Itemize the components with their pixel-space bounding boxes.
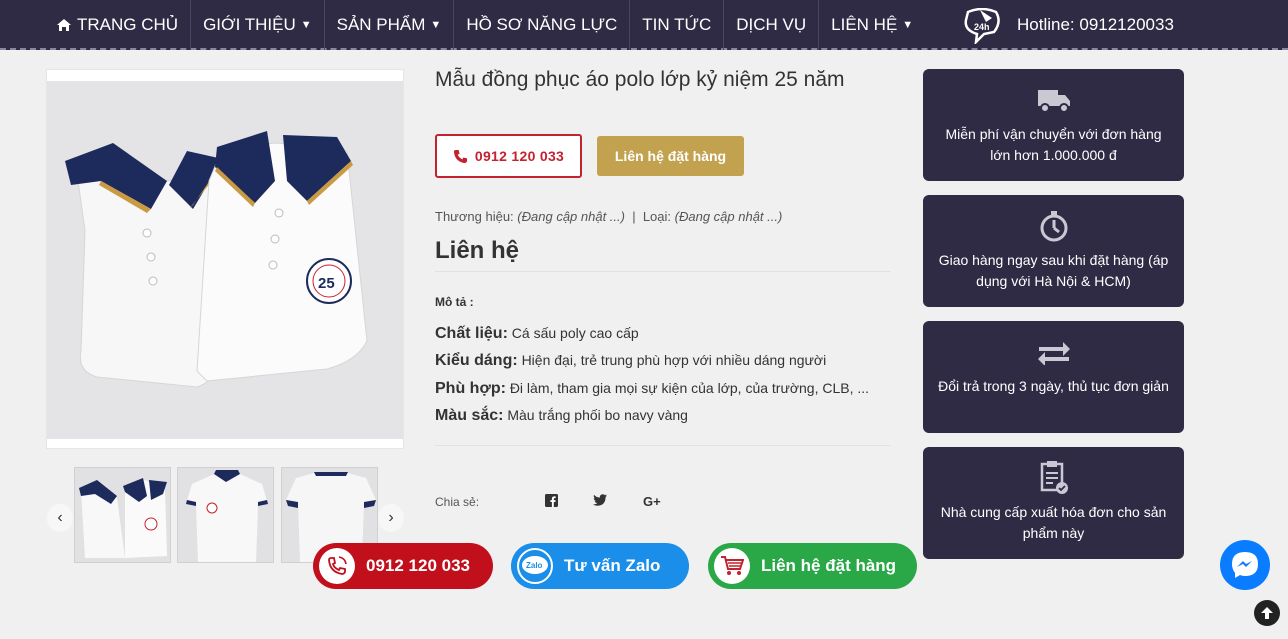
product-title: Mẫu đồng phục áo polo lớp kỷ niệm 25 năm: [435, 68, 845, 91]
thumbnail-1[interactable]: [74, 467, 171, 563]
facebook-share-icon[interactable]: [545, 494, 558, 510]
brand-value: (Đang cập nhật ...): [517, 209, 625, 224]
phone-ring-icon: [319, 548, 355, 584]
spec-suitable: Phù hợp: Đi làm, tham gia mọi sự kiện củ…: [435, 380, 869, 398]
nav-item-products[interactable]: SẢN PHẨM ▼: [325, 0, 455, 50]
description-label: Mô tả :: [435, 295, 474, 309]
stopwatch-icon: [923, 209, 1184, 243]
spec-value: Hiện đại, trẻ trung phù hợp với nhiều dá…: [521, 352, 827, 368]
spec-value: Đi làm, tham gia mọi sự kiện của lớp, củ…: [509, 380, 870, 396]
hotline-text[interactable]: Hotline: 0912120033: [1017, 0, 1174, 50]
spec-value: Màu trắng phối bo navy vàng: [507, 407, 688, 423]
nav-item-about[interactable]: GIỚI THIỆU ▼: [191, 0, 325, 50]
service-text: Đổi trả trong 3 ngày, thủ tục đơn giản: [938, 378, 1169, 394]
type-value: (Đang cập nhật ...): [674, 209, 783, 224]
floating-order-label: Liên hệ đặt hàng: [761, 556, 897, 575]
service-text: Miễn phí vận chuyển với đơn hàng lớn hơn…: [945, 126, 1162, 163]
service-text: Giao hàng ngay sau khi đặt hàng (áp dụng…: [938, 252, 1169, 289]
caret-down-icon: ▼: [902, 19, 914, 31]
floating-zalo-label: Tư vấn Zalo: [564, 556, 661, 575]
nav-item-home[interactable]: TRANG CHỦ: [44, 0, 192, 50]
messenger-chat-button[interactable]: [1220, 540, 1270, 590]
nav-item-label: LIÊN HỆ: [831, 15, 898, 34]
product-main-image[interactable]: 25: [46, 69, 404, 449]
phone-button-label: 0912 120 033: [474, 148, 565, 164]
zalo-badge-text: Zalo: [526, 561, 543, 570]
hotline-24h-icon: 24h: [962, 7, 1002, 46]
product-price: Liên hệ: [435, 237, 520, 264]
divider: [435, 445, 891, 446]
type-label: Loại:: [642, 209, 672, 224]
service-free-shipping: Miễn phí vận chuyển với đơn hàng lớn hơn…: [923, 69, 1184, 181]
spec-label: Kiểu dáng:: [435, 352, 518, 369]
cart-icon: [714, 548, 750, 584]
nav-item-label: TRANG CHỦ: [77, 15, 179, 34]
back-to-top-button[interactable]: [1254, 600, 1280, 626]
product-photo: 25: [47, 81, 403, 439]
thumbnail-2[interactable]: [177, 467, 274, 563]
thumb-prev-button[interactable]: ‹: [47, 504, 73, 532]
nav-item-label: GIỚI THIỆU: [203, 15, 296, 34]
exchange-icon: [923, 335, 1184, 369]
spec-material: Chất liệu: Cá sấu poly cao cấp: [435, 325, 639, 343]
floating-zalo-button[interactable]: Zalo Tư vấn Zalo: [511, 543, 689, 589]
brand-label: Thương hiệu:: [435, 209, 514, 224]
nav-item-label: TIN TỨC: [642, 15, 712, 34]
logo-text: 25: [318, 275, 335, 292]
spec-value: Cá sấu poly cao cấp: [511, 325, 639, 341]
meta-separator: |: [632, 209, 636, 224]
service-fast-delivery: Giao hàng ngay sau khi đặt hàng (áp dụng…: [923, 195, 1184, 307]
product-meta: Thương hiệu: (Đang cập nhật ...) | Loại:…: [435, 209, 782, 224]
truck-icon: [923, 83, 1184, 117]
invoice-icon: [923, 461, 1184, 495]
caret-down-icon: ▼: [430, 19, 442, 31]
spec-style: Kiểu dáng: Hiện đại, trẻ trung phù hợp v…: [435, 352, 826, 370]
top-navbar: TRANG CHỦ GIỚI THIỆU ▼ SẢN PHẨM ▼ HỒ SƠ …: [0, 0, 1288, 50]
floating-call-button[interactable]: 0912 120 033: [313, 543, 493, 589]
twitter-share-icon[interactable]: [593, 494, 607, 509]
phone-icon: [453, 149, 467, 163]
hotline-badge-text: 24h: [974, 22, 990, 32]
arrow-up-icon: [1261, 607, 1273, 619]
service-invoice: Nhà cung cấp xuất hóa đơn cho sản phẩm n…: [923, 447, 1184, 559]
floating-call-label: 0912 120 033: [366, 556, 470, 575]
nav-item-contact[interactable]: LIÊN HỆ ▼: [819, 0, 925, 50]
home-icon: [57, 19, 71, 31]
zalo-icon: Zalo: [517, 548, 553, 584]
nav-item-news[interactable]: TIN TỨC: [630, 0, 725, 50]
nav-menu: TRANG CHỦ GIỚI THIỆU ▼ SẢN PHẨM ▼ HỒ SƠ …: [44, 0, 925, 50]
caret-down-icon: ▼: [300, 19, 312, 31]
messenger-icon: [1232, 552, 1258, 578]
spec-label: Màu sắc:: [435, 407, 504, 424]
share-icon-label: G+: [643, 494, 661, 509]
nav-item-label: HỒ SƠ NĂNG LỰC: [466, 15, 618, 34]
googleplus-share-icon[interactable]: G+: [643, 494, 661, 509]
spec-label: Phù hợp:: [435, 380, 506, 397]
thumb-next-button[interactable]: ›: [378, 504, 404, 532]
order-contact-button[interactable]: Liên hệ đặt hàng: [597, 136, 744, 176]
nav-item-label: SẢN PHẨM: [336, 15, 426, 34]
share-label: Chia sẻ:: [435, 495, 480, 509]
divider: [435, 271, 891, 272]
phone-call-button[interactable]: 0912 120 033: [435, 134, 582, 178]
service-text: Nhà cung cấp xuất hóa đơn cho sản phẩm n…: [940, 504, 1167, 541]
nav-item-label: DỊCH VỤ: [736, 15, 807, 34]
floating-order-button[interactable]: Liên hệ đặt hàng: [708, 543, 917, 589]
nav-item-profile[interactable]: HỒ SƠ NĂNG LỰC: [454, 0, 631, 50]
service-return: Đổi trả trong 3 ngày, thủ tục đơn giản: [923, 321, 1184, 433]
spec-color: Màu sắc: Màu trắng phối bo navy vàng: [435, 407, 688, 425]
nav-item-services[interactable]: DỊCH VỤ: [724, 0, 820, 50]
spec-label: Chất liệu:: [435, 325, 508, 342]
